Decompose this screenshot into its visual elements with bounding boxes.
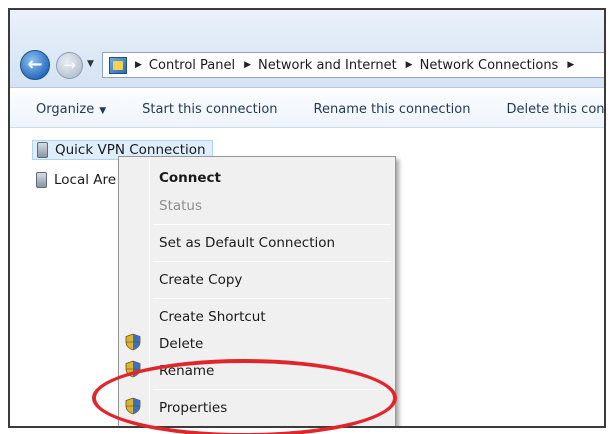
breadcrumb-control-panel[interactable]: Control Panel	[149, 58, 235, 73]
command-toolbar: Organize ▼ Start this connection Rename t…	[10, 92, 604, 128]
menu-divider	[153, 224, 391, 225]
chevron-down-icon: ▼	[99, 106, 107, 116]
address-bar-strip: ← → ▼ ▶ Control Panel ▶ Network and Inte…	[10, 10, 604, 88]
delete-connection-button[interactable]: Delete this con	[506, 102, 604, 117]
vpn-connection-icon	[37, 142, 48, 158]
organize-button[interactable]: Organize ▼	[36, 102, 106, 117]
address-box[interactable]: ▶ Control Panel ▶ Network and Internet ▶…	[102, 52, 604, 78]
menu-item-set-default[interactable]: Set as Default Connection	[159, 232, 335, 254]
start-connection-button[interactable]: Start this connection	[142, 102, 277, 117]
menu-item-connect[interactable]: Connect	[159, 167, 221, 189]
forward-arrow-icon[interactable]: →	[56, 52, 83, 79]
menu-item-create-shortcut[interactable]: Create Shortcut	[159, 306, 266, 328]
recent-pages-dropdown[interactable]: ▼	[87, 59, 94, 69]
red-highlight-ellipse	[92, 359, 397, 434]
breadcrumb-arrow-icon[interactable]: ▶	[135, 60, 142, 70]
breadcrumb-network-and-internet[interactable]: Network and Internet	[258, 58, 397, 73]
breadcrumb-arrow-icon[interactable]: ▶	[567, 60, 574, 70]
menu-divider	[153, 298, 391, 299]
breadcrumb-arrow-icon[interactable]: ▶	[406, 60, 413, 70]
connection-label: Local Are	[54, 172, 117, 188]
breadcrumb-network-connections[interactable]: Network Connections	[420, 58, 559, 73]
rename-connection-button[interactable]: Rename this connection	[314, 102, 471, 117]
control-panel-icon	[109, 56, 127, 74]
uac-shield-icon	[125, 333, 141, 351]
menu-item-create-copy[interactable]: Create Copy	[159, 269, 242, 291]
organize-label: Organize	[36, 102, 95, 117]
menu-divider	[153, 261, 391, 262]
menu-item-status: Status	[159, 198, 203, 214]
back-arrow-icon[interactable]: ←	[20, 50, 50, 80]
menu-item-delete[interactable]: Delete	[159, 333, 203, 355]
breadcrumb-arrow-icon[interactable]: ▶	[244, 60, 251, 70]
connection-item-local-area[interactable]: Local Are	[36, 170, 116, 190]
network-adapter-icon	[36, 172, 47, 188]
